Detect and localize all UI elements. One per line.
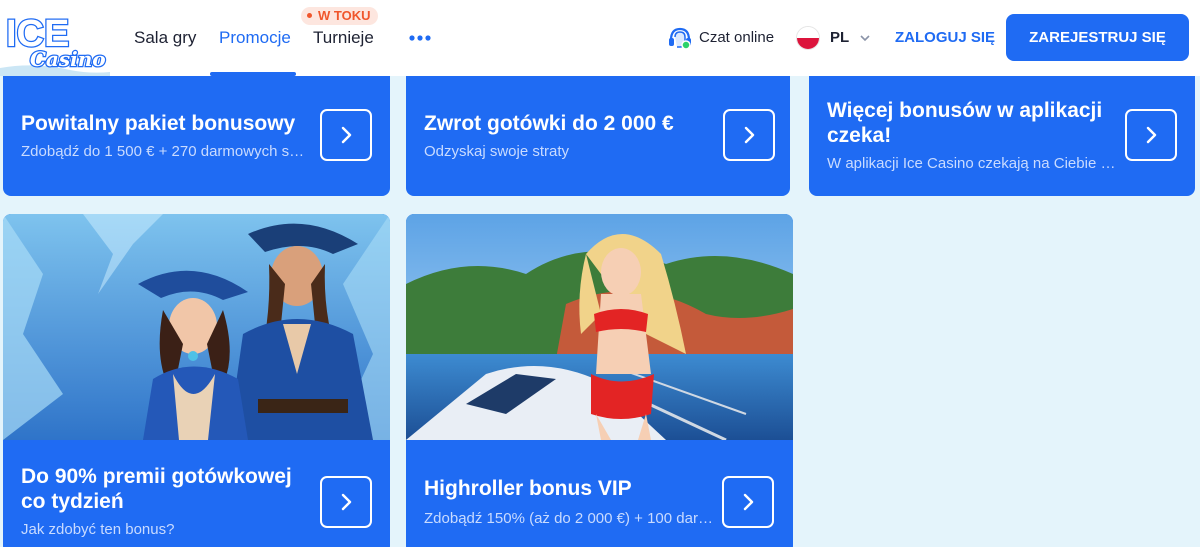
promo-description: Zdobądź do 1 500 € + 270 darmowych spinó…	[21, 143, 311, 160]
promo-title: Więcej bonusów w aplikacji czeka!	[827, 99, 1103, 147]
promo-arrow-button[interactable]	[320, 109, 372, 161]
nav-item-turnieje[interactable]: Turnieje	[313, 28, 374, 48]
nav-item-sala-gry[interactable]: Sala gry	[134, 28, 196, 48]
promo-card-highroller-vip[interactable]: Highroller bonus VIP Zdobądź 150% (aż do…	[406, 214, 793, 547]
chat-online-label[interactable]: Czat online	[699, 29, 774, 46]
promo-title: Powitalny pakiet bonusowy	[21, 112, 296, 135]
nav-item-promocje[interactable]: Promocje	[219, 28, 291, 48]
promo-title: Highroller bonus VIP	[424, 477, 632, 500]
promo-description: Odzyskaj swoje straty	[424, 143, 570, 160]
chevron-right-icon	[341, 493, 352, 511]
promo-description: Zdobądź 150% (aż do 2 000 €) + 100 darmo…	[424, 510, 714, 527]
chevron-right-icon	[341, 126, 352, 144]
promo-description: W aplikacji Ice Casino czekają na Ciebie…	[827, 155, 1117, 172]
promo-arrow-button[interactable]	[1125, 109, 1177, 161]
live-badge: W TOKU	[301, 7, 379, 25]
promo-card-cashback[interactable]: Zwrot gotówki do 2 000 € Odzyskaj swoje …	[406, 60, 790, 196]
promo-arrow-button[interactable]	[723, 109, 775, 161]
top-header: ICE Casino Sala gry Promocje Turnieje W …	[0, 0, 1200, 76]
promo-arrow-button[interactable]	[320, 476, 372, 528]
promo-title: Zwrot gotówki do 2 000 €	[424, 112, 674, 135]
pirates-promo-image	[3, 214, 390, 440]
promo-title: Do 90% premii gotówkowej co tydzień	[21, 465, 292, 513]
more-horizontal-icon[interactable]	[408, 26, 432, 50]
register-button[interactable]: ZAREJESTRUJ SIĘ	[1006, 14, 1189, 61]
live-badge-label: W TOKU	[318, 8, 371, 23]
chevron-right-icon	[743, 493, 754, 511]
chevron-right-icon	[1146, 126, 1157, 144]
promo-arrow-button[interactable]	[722, 476, 774, 528]
promo-description: Jak zdobyć ten bonus?	[21, 521, 175, 538]
live-dot-icon	[307, 13, 312, 19]
ice-casino-logo[interactable]: ICE Casino	[0, 2, 110, 76]
logo-casino-text: Casino	[30, 47, 106, 71]
language-selector[interactable]: PL	[830, 29, 849, 46]
promo-card-weekly-cash-bonus[interactable]: Do 90% premii gotówkowej co tydzień Jak …	[3, 214, 390, 547]
poland-flag-icon[interactable]	[796, 26, 820, 50]
active-nav-underline	[210, 72, 296, 76]
chevron-right-icon	[744, 126, 755, 144]
chevron-down-icon[interactable]	[860, 34, 870, 42]
login-button[interactable]: ZALOGUJ SIĘ	[895, 29, 995, 46]
promo-card-welcome-pack[interactable]: Powitalny pakiet bonusowy Zdobądź do 1 5…	[3, 60, 390, 196]
chat-support-icon[interactable]	[667, 25, 693, 51]
promo-card-app-bonuses[interactable]: Więcej bonusów w aplikacji czeka! W apli…	[809, 60, 1195, 196]
yacht-promo-image	[406, 214, 793, 440]
